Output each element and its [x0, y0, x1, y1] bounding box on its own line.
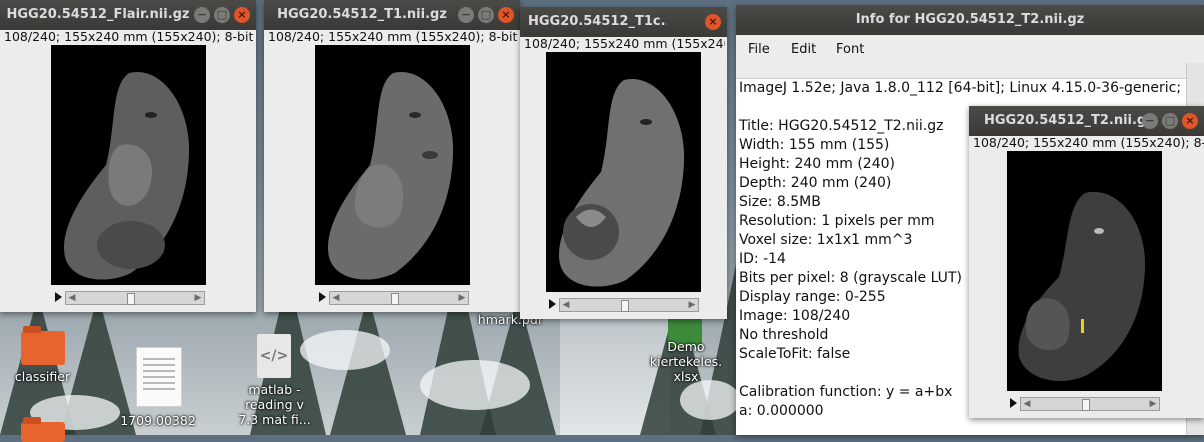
folder-icon [21, 326, 65, 365]
slice-scrollbar[interactable]: ◀ ▶ [559, 298, 699, 312]
desktop-icon-label: classifier [14, 369, 71, 384]
minimize-icon[interactable]: − [194, 7, 210, 23]
image-info-text: 108/240; 155x240 mm (155x240); 8-bit; [4, 29, 254, 44]
window-title: HGG20.54512_T2.nii.gz [984, 113, 1144, 128]
maximize-icon[interactable]: □ [214, 7, 230, 23]
brain-slice-image [64, 71, 190, 280]
arrow-right-icon[interactable]: ▶ [456, 292, 468, 304]
desktop-icon-label: Demo kiertekeles. xlsx [649, 339, 723, 384]
window-titlebar[interactable]: HGG20.54512_T1c... × [520, 7, 727, 37]
play-animation-icon[interactable] [319, 292, 326, 302]
window-title: HGG20.54512_T1.nii.gz [277, 7, 447, 22]
info-line: ImageJ 1.52e; Java 1.8.0_112 [64-bit]; L… [739, 80, 1186, 96]
arrow-left-icon[interactable]: ◀ [330, 292, 342, 304]
code-file-icon: </> [257, 334, 291, 378]
mri-slice-canvas[interactable] [51, 45, 206, 285]
slice-scrollbar-thumb[interactable] [127, 293, 135, 305]
slice-scrollbar-thumb[interactable] [621, 300, 629, 312]
maximize-icon[interactable]: □ [1162, 113, 1178, 129]
window-title: HGG20.54512_T1c... [528, 14, 667, 29]
image-info-text: 108/240; 155x240 mm (155x240); 8-bit; [268, 29, 518, 44]
window-titlebar[interactable]: HGG20.54512_T2.nii.gz − □ × [969, 106, 1204, 136]
cursor-marker [1081, 319, 1084, 333]
desktop-icon-classifier[interactable]: classifier [5, 325, 80, 385]
image-window-t1[interactable]: HGG20.54512_T1.nii.gz − □ × 108/240; 155… [264, 0, 520, 312]
window-title: Info for HGG20.54512_T2.nii.gz [855, 12, 1085, 27]
image-window-flair[interactable]: HGG20.54512_Flair.nii.gz − □ × 108/240; … [0, 0, 256, 312]
arrow-left-icon[interactable]: ◀ [1021, 398, 1033, 410]
slice-scrollbar[interactable]: ◀ ▶ [65, 291, 205, 305]
arrow-left-icon[interactable]: ◀ [560, 299, 572, 311]
minimize-icon[interactable]: − [1142, 113, 1158, 129]
desktop-icon-folder-2[interactable] [5, 417, 80, 442]
mri-slice-canvas[interactable] [315, 45, 470, 285]
folder-icon [21, 417, 65, 442]
image-info-text: 108/240; 155x240 mm (155x240 [524, 36, 725, 51]
window-title: HGG20.54512_Flair.nii.gz [6, 7, 190, 22]
close-icon[interactable]: × [1182, 113, 1198, 129]
menu-font[interactable]: Font [836, 42, 864, 57]
image-window-t1c[interactable]: HGG20.54512_T1c... × 108/240; 155x240 mm… [520, 7, 727, 319]
close-icon[interactable]: × [705, 14, 721, 30]
window-titlebar[interactable]: HGG20.54512_Flair.nii.gz − □ × [0, 0, 256, 30]
slice-scrollbar-thumb[interactable] [1082, 399, 1090, 411]
arrow-right-icon[interactable]: ▶ [1147, 398, 1159, 410]
slice-scrollbar[interactable]: ◀ ▶ [329, 291, 469, 305]
menu-edit[interactable]: Edit [791, 42, 816, 57]
brain-slice-image [328, 71, 454, 280]
maximize-icon[interactable]: □ [478, 7, 494, 23]
mri-slice-canvas[interactable] [1007, 151, 1162, 391]
minimize-icon[interactable]: − [458, 7, 474, 23]
window-titlebar[interactable]: HGG20.54512_T1.nii.gz − □ × [264, 0, 520, 30]
close-icon[interactable]: × [234, 7, 250, 23]
arrow-right-icon[interactable]: ▶ [192, 292, 204, 304]
close-icon[interactable]: × [498, 7, 514, 23]
arrow-left-icon[interactable]: ◀ [66, 292, 78, 304]
arrow-right-icon[interactable]: ▶ [686, 299, 698, 311]
brain-slice-image [559, 78, 685, 287]
pdf-document-icon [136, 347, 182, 407]
menu-bar: File Edit Font [736, 35, 1204, 63]
menu-file[interactable]: File [748, 42, 770, 57]
desktop-icon-label: matlab - reading v 7.3 mat fi... [238, 382, 311, 427]
play-animation-icon[interactable] [549, 299, 556, 309]
desktop-icon-demo[interactable]: Demo kiertekeles. xlsx [640, 315, 732, 395]
brain-slice-image [1018, 191, 1146, 381]
window-titlebar[interactable]: Info for HGG20.54512_T2.nii.gz [736, 5, 1204, 35]
mri-slice-canvas[interactable] [546, 52, 701, 292]
image-info-text: 108/240; 155x240 mm (155x240); 8-b [973, 135, 1204, 150]
desktop-icon-matlab[interactable]: </> matlab - reading v 7.3 mat fi... [232, 330, 317, 430]
desktop-icon-paper[interactable]: 1709.00382 [118, 345, 198, 430]
play-animation-icon[interactable] [55, 292, 62, 302]
image-window-t2[interactable]: HGG20.54512_T2.nii.gz − □ × 108/240; 155… [969, 106, 1204, 418]
desktop-icon-label: 1709.00382 [120, 413, 196, 428]
play-animation-icon[interactable] [1010, 398, 1017, 408]
slice-scrollbar[interactable]: ◀ ▶ [1020, 397, 1160, 411]
slice-scrollbar-thumb[interactable] [391, 293, 399, 305]
